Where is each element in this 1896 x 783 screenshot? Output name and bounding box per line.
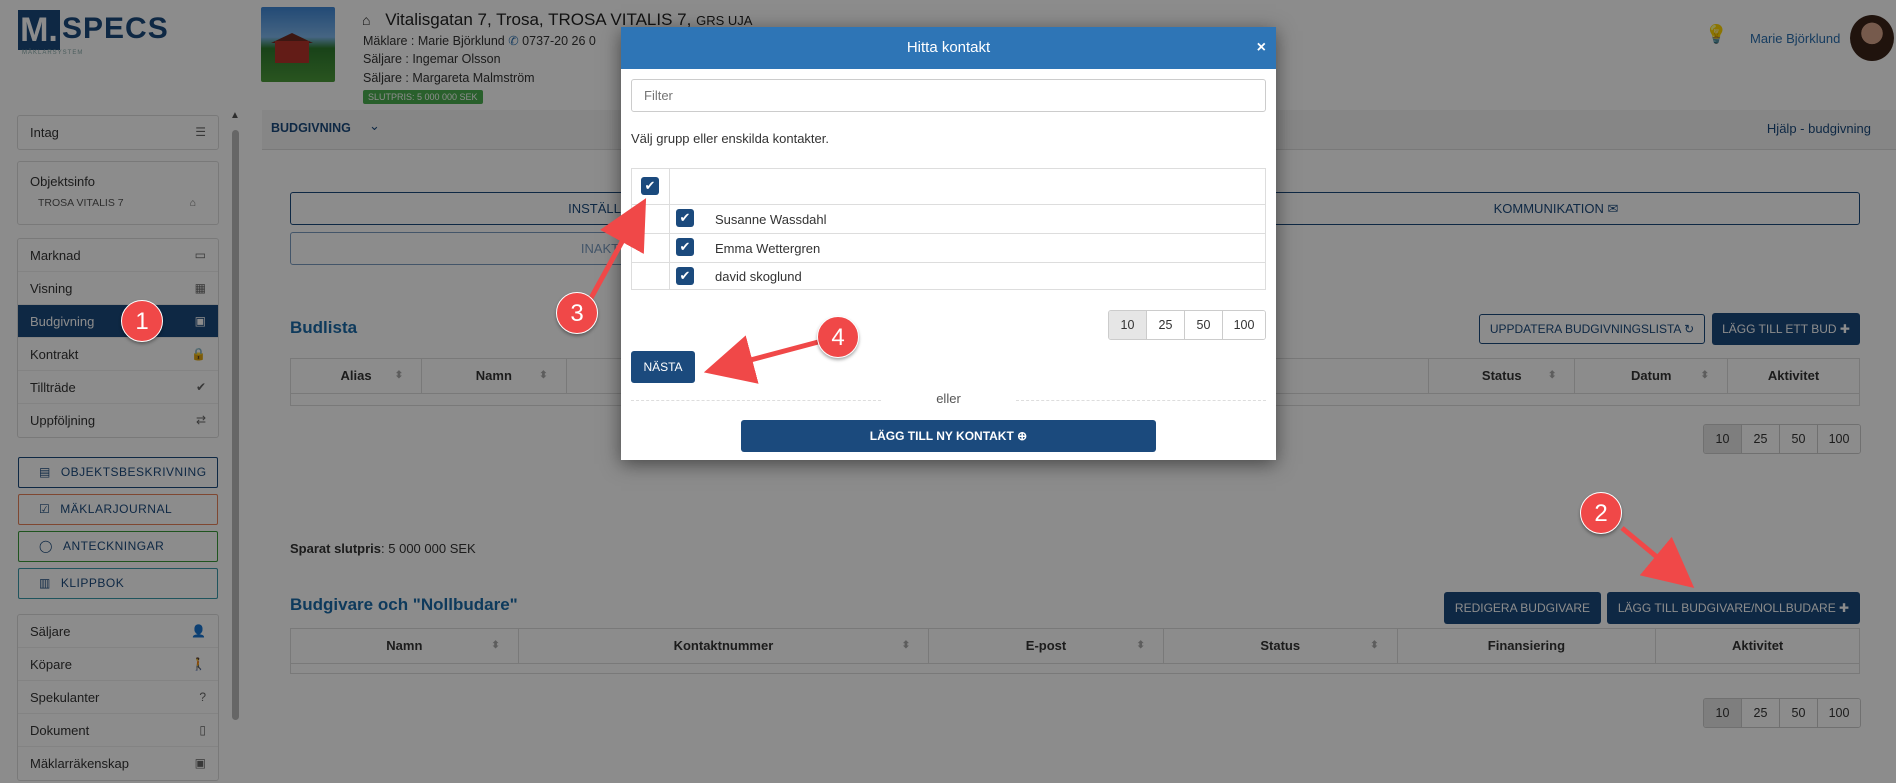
pager-25[interactable]: 25 — [1147, 311, 1185, 339]
contact-row[interactable]: ✔ Susanne Wassdahl — [632, 205, 1265, 234]
contacts-table: ✔ ✔ Susanne Wassdahl ✔ Emma Wettergren ✔… — [631, 168, 1266, 290]
row-spacer — [632, 234, 670, 262]
contact-checkbox[interactable]: ✔ — [676, 267, 694, 285]
modal-instruction: Välj grupp eller enskilda kontakter. — [631, 131, 830, 146]
hitta-kontakt-modal: Hitta kontakt × Välj grupp eller enskild… — [621, 27, 1276, 460]
modal-header: Hitta kontakt × — [621, 27, 1276, 69]
close-icon[interactable]: × — [1257, 27, 1266, 69]
eller-text: eller — [936, 391, 961, 406]
step-marker-4: 4 — [817, 316, 859, 358]
contact-checkbox[interactable]: ✔ — [676, 209, 694, 227]
pager-50[interactable]: 50 — [1185, 311, 1223, 339]
select-all-checkbox[interactable]: ✔ — [641, 177, 659, 195]
pager-100[interactable]: 100 — [1223, 311, 1265, 339]
lagg-till-ny-kontakt-button[interactable]: LÄGG TILL NY KONTAKT ⊕ — [741, 420, 1156, 452]
contact-checkbox[interactable]: ✔ — [676, 238, 694, 256]
contact-row[interactable]: ✔ david skoglund — [632, 263, 1265, 290]
filter-input[interactable] — [631, 79, 1266, 112]
modal-title: Hitta kontakt — [906, 39, 991, 56]
contact-name: Emma Wettergren — [715, 241, 821, 256]
contacts-header-row: ✔ — [632, 169, 1265, 205]
contact-name: Susanne Wassdahl — [715, 212, 827, 227]
pager-10[interactable]: 10 — [1109, 311, 1147, 339]
contact-name: david skoglund — [715, 269, 802, 284]
select-all-cell: ✔ — [632, 169, 670, 204]
step-marker-2: 2 — [1580, 492, 1622, 534]
step-marker-1: 1 — [121, 300, 163, 342]
row-spacer — [632, 205, 670, 233]
modal-pager: 10 25 50 100 — [1108, 310, 1266, 340]
app-root: M. SPECS MÄKLARSYSTEM ⌂ Vitalisgatan 7, … — [0, 0, 1896, 783]
step-marker-3: 3 — [556, 292, 598, 334]
contact-row[interactable]: ✔ Emma Wettergren — [632, 234, 1265, 263]
row-spacer — [632, 263, 670, 290]
nasta-button[interactable]: NÄSTA — [631, 351, 695, 383]
